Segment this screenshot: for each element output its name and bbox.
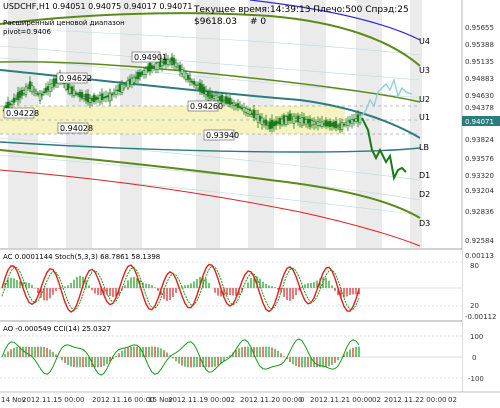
time-label-6: 2012.11.20 00:00 bbox=[240, 396, 302, 404]
price-label-5: 0.94028 bbox=[60, 124, 93, 133]
level-d3: D3 bbox=[419, 219, 430, 228]
ao-tick-minus100: -100 bbox=[468, 375, 484, 383]
chart-canvas[interactable]: 0.94901 0.94622 0.94228 0.94260 0.94028 … bbox=[0, 0, 500, 408]
time-label-2: 2012.11.16 00:00 bbox=[92, 396, 154, 404]
price-label-4: 0.94260 bbox=[190, 102, 223, 111]
price-tick: 0.93576 bbox=[465, 155, 494, 163]
last-price-value: 0.94071 bbox=[465, 118, 494, 126]
price-label-high: 0.94901 bbox=[134, 53, 167, 62]
price-tick: 0.94883 bbox=[465, 75, 494, 83]
ac-tick-bottom: -0.00112 bbox=[465, 313, 496, 321]
level-u2: U2 bbox=[419, 95, 430, 104]
ac-tick-80: 80 bbox=[470, 262, 479, 270]
price-tick: 0.93204 bbox=[465, 187, 494, 195]
ao-tick-100: 100 bbox=[470, 333, 483, 341]
ao-cci-pane[interactable]: AO -0.000549 CCI(14) 25.0327 100 0 -100 bbox=[0, 320, 484, 392]
price-tick: 0.92836 bbox=[465, 208, 494, 216]
price-tick: 0.95655 bbox=[465, 24, 494, 32]
time-label-8: 2012.11.21 00:00 bbox=[310, 396, 372, 404]
price-axis[interactable]: 0.95655 0.95388 0.95135 0.94883 0.94630 0.943… bbox=[461, 0, 500, 408]
price-label-low: 0.93940 bbox=[206, 131, 239, 140]
level-u1: U1 bbox=[419, 113, 430, 122]
ac-tick-20: 20 bbox=[470, 302, 479, 310]
level-d2: D2 bbox=[419, 190, 430, 199]
pivot-range-title: Расширенный ценовой диапазон bbox=[3, 19, 125, 27]
time-label-7: 0 bbox=[300, 396, 304, 404]
main-chart-pane[interactable]: 0.94901 0.94622 0.94228 0.94260 0.94028 … bbox=[0, 0, 500, 248]
price-tick: 0.95388 bbox=[465, 41, 494, 49]
price-label-2: 0.94622 bbox=[59, 74, 92, 83]
price-tick: 0.94630 bbox=[465, 92, 494, 100]
pivot-value: pivot=0.9406 bbox=[3, 28, 51, 36]
time-axis[interactable]: 14 Nov 2012.11.15 00:00 2012.11.16 00:00… bbox=[0, 391, 500, 408]
price-tick: 0.94378 bbox=[465, 104, 494, 112]
time-label-4: 2012.11.19 00:00 bbox=[168, 396, 230, 404]
price-tick: 0.93320 bbox=[465, 172, 494, 180]
time-label-10: 2012.11.22 00:00 bbox=[384, 396, 446, 404]
info-line-1: Текущее время:14:39:13 Плечо:500 Спрэд:2… bbox=[193, 5, 409, 15]
level-d1: D1 bbox=[419, 171, 430, 180]
time-label-1: 2012.11.15 00:00 bbox=[22, 396, 84, 404]
ac-tick-top: 0.00113 bbox=[465, 252, 494, 260]
ac-stoch-pane[interactable]: AC 0.0001144 Stoch(5,3,3) 68.7861 58.139… bbox=[0, 248, 496, 321]
level-u4: U4 bbox=[419, 37, 430, 46]
price-label-3: 0.94228 bbox=[6, 109, 39, 118]
time-label-11: 02 bbox=[448, 396, 457, 404]
time-label-5: 02 bbox=[226, 396, 235, 404]
symbol-line: USDCHF,H1 0.94051 0.94075 0.94017 0.9407… bbox=[3, 2, 192, 11]
level-u3: U3 bbox=[419, 66, 430, 75]
price-tick: 0.93824 bbox=[465, 136, 494, 144]
ao-tick-0: 0 bbox=[472, 354, 476, 362]
price-tick: 0.92584 bbox=[465, 237, 494, 245]
info-line-2: $9618.03 bbox=[194, 17, 237, 27]
price-tick: 0.95135 bbox=[465, 58, 494, 66]
info-hash: # 0 bbox=[250, 17, 266, 27]
level-lb: LB bbox=[419, 143, 429, 152]
ao-label: AO -0.000549 CCI(14) 25.0327 bbox=[3, 325, 111, 333]
ac-label: AC 0.0001144 Stoch(5,3,3) 68.7861 58.139… bbox=[3, 253, 160, 261]
terminal-chart-window: 0.94901 0.94622 0.94228 0.94260 0.94028 … bbox=[0, 0, 500, 408]
time-label-9: 02 bbox=[372, 396, 381, 404]
